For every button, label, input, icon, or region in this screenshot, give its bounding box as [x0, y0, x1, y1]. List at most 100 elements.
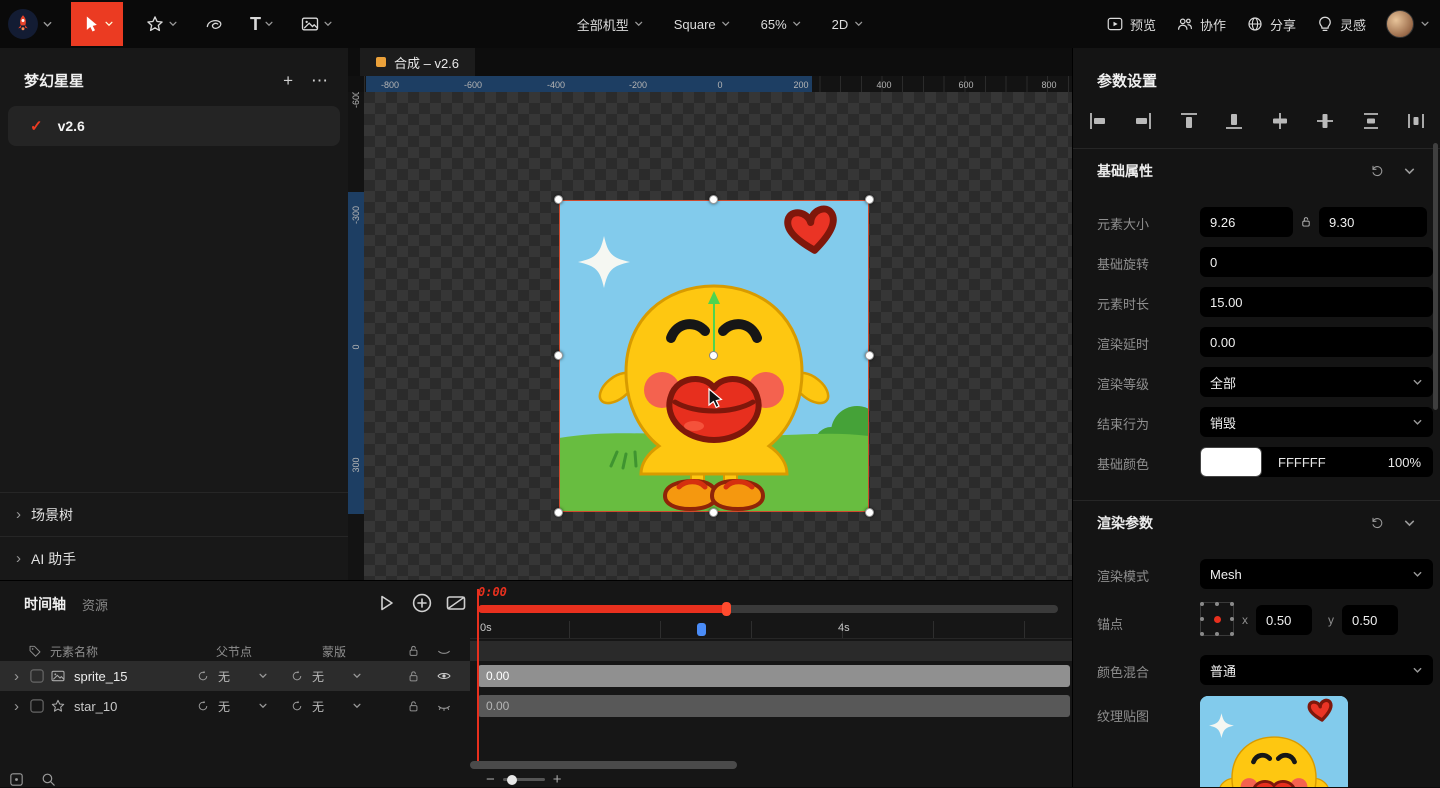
star-tool-button[interactable]	[137, 2, 186, 46]
preview-button[interactable]: 预览	[1106, 15, 1156, 34]
ruler-selection-highlight	[366, 76, 812, 92]
app-logo[interactable]	[8, 9, 38, 39]
field-anchor: 锚点 x 0.50 y 0.50	[1073, 598, 1432, 646]
parent-select[interactable]: 无	[218, 698, 230, 715]
basic-section-header[interactable]: 基础属性	[1073, 148, 1440, 192]
anchor-point-handle[interactable]	[709, 351, 718, 360]
mask-select[interactable]: 无	[312, 668, 324, 685]
add-keyframe-button[interactable]	[410, 591, 434, 615]
size-height-input[interactable]: 9.30	[1319, 207, 1427, 237]
inspiration-button[interactable]: 灵感	[1316, 15, 1366, 34]
bulb-icon	[1316, 15, 1334, 33]
expand-chevron-icon[interactable]: ›	[14, 698, 19, 715]
color-alpha-input[interactable]: 100%	[1388, 455, 1421, 470]
aspect-dropdown[interactable]: Square	[674, 17, 731, 32]
duration-input[interactable]: 15.00	[1200, 287, 1433, 317]
timeline-horizontal-scrollbar[interactable]	[470, 761, 737, 769]
collapse-chevron-icon[interactable]	[1403, 517, 1416, 530]
logo-chevron-down-icon[interactable]	[42, 19, 53, 30]
checkbox-icon[interactable]	[30, 669, 44, 683]
render-delay-input[interactable]: 0.00	[1200, 327, 1433, 357]
ai-assistant-section[interactable]: › AI 助手	[0, 536, 348, 580]
add-composition-button[interactable]: +	[283, 71, 293, 91]
chevron-down-icon	[634, 19, 644, 29]
panel-title: 参数设置	[1097, 73, 1158, 90]
collapse-chevron-icon[interactable]	[1403, 165, 1416, 178]
pen-tool-button[interactable]	[196, 2, 232, 46]
composition-item-v2-6[interactable]: ✓ v2.6	[8, 106, 340, 146]
stage[interactable]	[364, 92, 1072, 580]
distribute-horizontal-icon[interactable]	[1405, 110, 1427, 132]
chevron-down-icon[interactable]	[352, 701, 362, 711]
render-level-select[interactable]: 全部	[1200, 367, 1433, 397]
reset-icon[interactable]	[1369, 163, 1385, 179]
timeline-scrubber[interactable]	[478, 602, 1058, 616]
lock-icon[interactable]	[406, 669, 421, 684]
size-width-input[interactable]: 9.26	[1200, 207, 1293, 237]
collaborate-button[interactable]: 协作	[1176, 15, 1226, 34]
visibility-eye-closed-icon[interactable]	[436, 698, 452, 714]
playhead-line[interactable]	[477, 589, 479, 761]
chevron-down-icon[interactable]	[258, 701, 268, 711]
color-swatch[interactable]	[1200, 447, 1262, 477]
scrubber-handle[interactable]	[722, 602, 731, 616]
texture-thumbnail[interactable]	[1200, 696, 1348, 787]
image-tool-button[interactable]	[292, 2, 341, 46]
track-bar-sprite[interactable]: 0.00	[478, 665, 1070, 687]
render-section-header[interactable]: 渲染参数	[1073, 500, 1440, 544]
play-button[interactable]	[374, 591, 398, 615]
anchor-y-input[interactable]: 0.50	[1342, 605, 1398, 635]
anchor-point-selector[interactable]	[1200, 602, 1234, 636]
render-mode-select[interactable]: Mesh	[1200, 559, 1433, 589]
zoom-slider[interactable]	[502, 774, 545, 785]
scene-tree-section[interactable]: › 场景树	[0, 492, 348, 536]
end-behavior-select[interactable]: 销毁	[1200, 407, 1433, 437]
mask-select[interactable]: 无	[312, 698, 324, 715]
tab-resources[interactable]: 资源	[82, 595, 108, 614]
track-bar-star[interactable]: 0.00	[478, 695, 1070, 717]
time-ruler[interactable]	[470, 621, 1072, 639]
align-right-icon[interactable]	[1132, 110, 1154, 132]
viewport-icon[interactable]	[8, 771, 25, 788]
lock-icon[interactable]	[406, 699, 421, 714]
panel-scrollbar[interactable]	[1433, 143, 1438, 410]
chevron-down-icon[interactable]	[352, 671, 362, 681]
color-blend-select[interactable]: 普通	[1200, 655, 1433, 685]
dimension-dropdown[interactable]: 2D	[832, 17, 864, 32]
expand-chevron-icon[interactable]: ›	[14, 668, 19, 685]
more-options-button[interactable]: ⋯	[311, 71, 328, 91]
tag-icon	[28, 644, 42, 658]
chevron-down-icon[interactable]	[258, 671, 268, 681]
zoom-out-button[interactable]: −	[486, 771, 495, 788]
layer-row-star[interactable]: › star_10 无 无	[0, 691, 470, 721]
zoom-slider-knob[interactable]	[506, 774, 517, 785]
align-center-horizontal-icon[interactable]	[1269, 110, 1291, 132]
matte-button[interactable]	[444, 591, 468, 615]
align-center-vertical-icon[interactable]	[1314, 110, 1336, 132]
tab-timeline[interactable]: 时间轴	[24, 594, 66, 614]
account-menu[interactable]	[1386, 10, 1430, 38]
rotation-input[interactable]: 0	[1200, 247, 1433, 277]
composition-tab[interactable]: 合成 – v2.6	[360, 48, 476, 76]
visibility-eye-icon[interactable]	[436, 668, 452, 684]
align-left-icon[interactable]	[1087, 110, 1109, 132]
selected-sprite[interactable]	[554, 195, 874, 517]
share-button[interactable]: 分享	[1246, 15, 1296, 34]
zoom-dropdown[interactable]: 65%	[761, 17, 802, 32]
color-hex-input[interactable]: FFFFFF	[1278, 455, 1326, 470]
search-icon[interactable]	[40, 771, 57, 788]
reset-icon[interactable]	[1369, 515, 1385, 531]
layer-row-sprite[interactable]: › sprite_15 无 无	[0, 661, 470, 691]
align-bottom-icon[interactable]	[1223, 110, 1245, 132]
select-tool-button[interactable]	[71, 2, 123, 46]
parent-select[interactable]: 无	[218, 668, 230, 685]
align-top-icon[interactable]	[1178, 110, 1200, 132]
size-lock-icon[interactable]	[1299, 215, 1313, 229]
zoom-in-button[interactable]: +	[553, 771, 562, 788]
checkbox-icon[interactable]	[30, 699, 44, 713]
device-dropdown[interactable]: 全部机型	[577, 15, 644, 34]
distribute-vertical-icon[interactable]	[1360, 110, 1382, 132]
work-area-marker[interactable]	[697, 623, 706, 636]
text-tool-button[interactable]: T	[242, 2, 282, 46]
anchor-x-input[interactable]: 0.50	[1256, 605, 1312, 635]
